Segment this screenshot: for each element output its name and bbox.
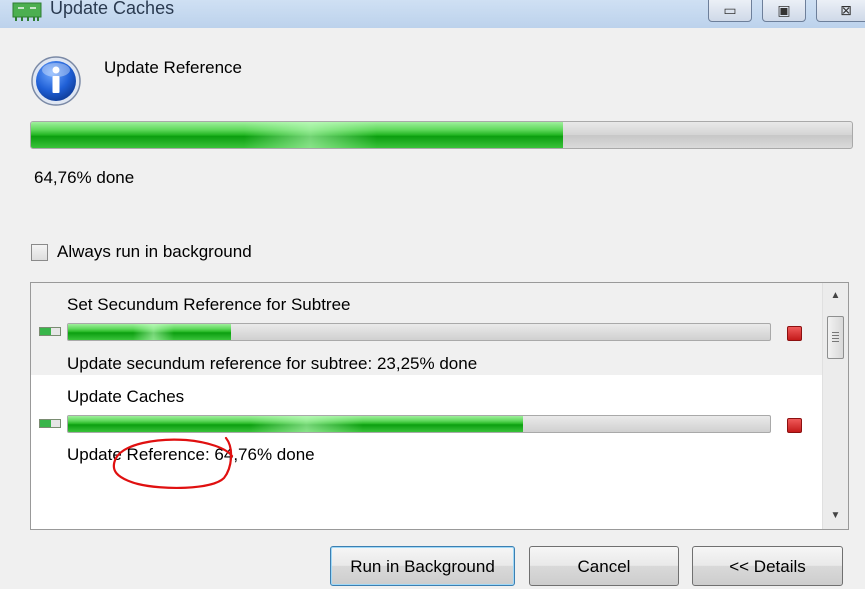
close-button[interactable]: ⊠ [816,0,865,22]
scroll-down-icon[interactable]: ▼ [823,505,848,527]
title-bar: Update Caches ▭ ▣ ⊠ [0,0,865,28]
job-title: Update Caches [67,387,185,406]
jobs-scrollbar[interactable]: ▲ ▼ [822,283,848,529]
stop-icon[interactable] [787,418,802,433]
job-status: Update Reference: 64,76% done [67,445,315,464]
maximize-button[interactable]: ▣ [762,0,806,22]
jobs-list: Set Secundum Reference for Subtree Updat… [30,282,849,530]
app-logo-icon [12,2,42,21]
overall-progress-status: 64,76% done [34,168,135,187]
job-progress-fill [68,324,232,340]
overall-progress-bar [30,121,853,149]
stop-icon[interactable] [787,326,802,341]
list-item: Set Secundum Reference for Subtree Updat… [31,283,823,375]
details-button[interactable]: << Details [692,546,843,586]
info-icon [31,56,81,106]
job-status: Update secundum reference for subtree: 2… [67,354,478,373]
current-task-name: Update Reference [104,58,242,77]
always-run-in-background-label[interactable]: Always run in background [57,242,252,262]
maximize-icon: ▣ [777,2,791,18]
window-title: Update Caches [50,0,175,18]
job-progress-bar [67,415,771,433]
job-title: Set Secundum Reference for Subtree [67,295,351,314]
scroll-thumb[interactable] [827,316,844,359]
overall-progress-fill [31,122,563,148]
scroll-up-icon[interactable]: ▲ [823,285,848,307]
cancel-button[interactable]: Cancel [529,546,679,586]
minimize-icon: ▭ [723,2,737,18]
job-progress-icon [39,327,61,336]
grip-icon [832,332,839,342]
run-in-background-button[interactable]: Run in Background [330,546,515,586]
close-icon: ⊠ [840,2,852,18]
list-item: Update Caches Update Reference: 64,76% d… [31,375,823,467]
always-run-in-background-checkbox[interactable] [31,244,48,261]
job-progress-bar [67,323,771,341]
minimize-button[interactable]: ▭ [708,0,752,22]
job-progress-icon [39,419,61,428]
job-progress-fill [68,416,523,432]
